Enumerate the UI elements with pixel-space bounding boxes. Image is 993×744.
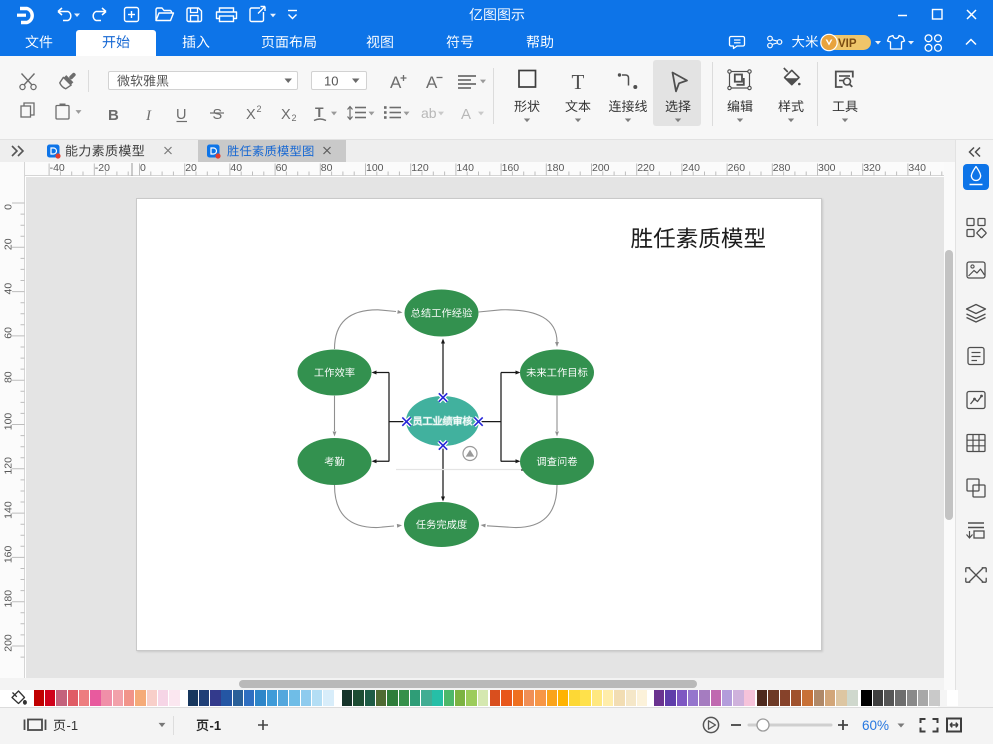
svg-text:40: 40 bbox=[230, 162, 242, 174]
svg-text:160: 160 bbox=[502, 162, 520, 174]
svg-text:80: 80 bbox=[321, 162, 333, 174]
svg-text:X: X bbox=[246, 107, 256, 123]
svg-text:340: 340 bbox=[908, 162, 926, 174]
svg-text:U: U bbox=[176, 107, 186, 123]
svg-text:-1: -1 bbox=[210, 718, 222, 733]
svg-text:A: A bbox=[461, 106, 471, 123]
svg-text:240: 240 bbox=[682, 162, 700, 174]
svg-text:T: T bbox=[315, 104, 324, 120]
svg-text:0: 0 bbox=[3, 204, 15, 210]
svg-text:200: 200 bbox=[3, 634, 15, 652]
svg-text:A: A bbox=[426, 73, 438, 92]
svg-text:180: 180 bbox=[3, 590, 15, 608]
svg-text:320: 320 bbox=[863, 162, 881, 174]
svg-text:220: 220 bbox=[637, 162, 655, 174]
svg-text:40: 40 bbox=[3, 283, 15, 295]
svg-text:260: 260 bbox=[728, 162, 746, 174]
svg-text:2: 2 bbox=[257, 104, 262, 114]
svg-text:80: 80 bbox=[3, 371, 15, 383]
svg-text:60: 60 bbox=[3, 327, 15, 339]
svg-text:A: A bbox=[390, 73, 402, 92]
svg-text:300: 300 bbox=[818, 162, 836, 174]
svg-text:100: 100 bbox=[366, 162, 384, 174]
svg-text:ab: ab bbox=[421, 105, 437, 121]
svg-text:140: 140 bbox=[2, 501, 14, 519]
svg-text:100: 100 bbox=[3, 413, 15, 431]
svg-text:200: 200 bbox=[592, 162, 610, 174]
svg-text:2: 2 bbox=[292, 113, 297, 123]
svg-text:S: S bbox=[213, 107, 223, 123]
svg-text:X: X bbox=[281, 107, 291, 123]
svg-text:120: 120 bbox=[3, 457, 15, 475]
svg-text:-40: -40 bbox=[50, 162, 65, 174]
svg-text:VIP: VIP bbox=[838, 38, 857, 50]
svg-text:-20: -20 bbox=[95, 162, 110, 174]
svg-text:120: 120 bbox=[411, 162, 429, 174]
svg-text:0: 0 bbox=[140, 162, 146, 174]
svg-text:160: 160 bbox=[3, 545, 15, 563]
svg-text:60: 60 bbox=[276, 162, 288, 174]
svg-text:180: 180 bbox=[547, 162, 565, 174]
svg-text:T: T bbox=[572, 70, 585, 94]
svg-text:20: 20 bbox=[185, 162, 197, 174]
svg-text:B: B bbox=[108, 107, 119, 124]
svg-text:280: 280 bbox=[773, 162, 791, 174]
svg-text:10: 10 bbox=[324, 74, 338, 89]
svg-text:60%: 60% bbox=[862, 718, 889, 733]
svg-text:140: 140 bbox=[456, 162, 474, 174]
svg-text:-1: -1 bbox=[67, 718, 79, 733]
svg-text:I: I bbox=[145, 108, 152, 124]
svg-text:20: 20 bbox=[3, 238, 15, 250]
